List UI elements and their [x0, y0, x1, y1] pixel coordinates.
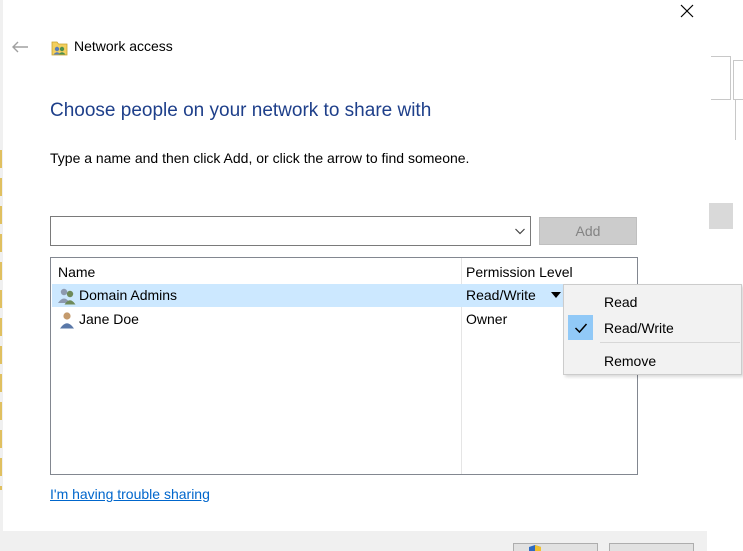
row-permission[interactable]: Read/Write [466, 287, 536, 303]
menu-item-label: Read/Write [604, 320, 674, 336]
menu-item-label: Remove [604, 353, 657, 369]
background-fragment [711, 56, 731, 100]
name-input[interactable] [55, 221, 505, 241]
share-button[interactable] [513, 543, 598, 551]
row-name: Jane Doe [79, 311, 139, 327]
menu-item-read[interactable]: Read [566, 289, 740, 314]
dialog-footer [0, 531, 707, 551]
background-fragment [733, 60, 743, 100]
trouble-sharing-link[interactable]: I'm having trouble sharing [50, 486, 210, 502]
shared-folder-icon [51, 41, 68, 56]
background-window-decoration [0, 150, 2, 490]
column-header-permission[interactable]: Permission Level [466, 264, 573, 280]
back-arrow-icon [12, 41, 28, 53]
group-icon [58, 288, 76, 305]
menu-item-remove[interactable]: Remove [566, 348, 740, 373]
cancel-button[interactable] [609, 543, 694, 551]
chevron-down-icon[interactable] [514, 225, 526, 237]
column-header-name[interactable]: Name [58, 264, 95, 280]
background-fragment [735, 100, 743, 140]
instructions-text: Type a name and then click Add, or click… [50, 150, 470, 166]
menu-item-label: Read [604, 294, 638, 310]
background-scrollbar-thumb [709, 203, 733, 229]
menu-item-read-write[interactable]: Read/Write [566, 315, 740, 340]
menu-check-highlight [568, 315, 593, 340]
back-button[interactable] [9, 37, 31, 57]
menu-separator [600, 342, 740, 343]
dropdown-arrow-icon[interactable] [551, 292, 561, 299]
table-row[interactable]: Jane Doe Owner [52, 308, 636, 331]
window-title: Network access [74, 38, 173, 54]
page-heading: Choose people on your network to share w… [50, 100, 432, 121]
permission-menu: Read Read/Write Remove [563, 284, 742, 375]
row-permission: Owner [466, 311, 508, 327]
name-combobox[interactable] [50, 216, 531, 246]
close-button[interactable] [670, 0, 704, 22]
user-icon [60, 312, 74, 329]
row-name: Domain Admins [79, 287, 178, 303]
share-list[interactable]: Name Permission Level Domain Admins Read… [50, 257, 638, 475]
close-icon [680, 4, 694, 18]
add-button[interactable]: Add [539, 217, 637, 245]
background-window-right [707, 0, 743, 551]
table-row[interactable]: Domain Admins Read/Write [52, 284, 636, 307]
uac-shield-icon [529, 545, 541, 551]
checkmark-icon [574, 323, 587, 333]
